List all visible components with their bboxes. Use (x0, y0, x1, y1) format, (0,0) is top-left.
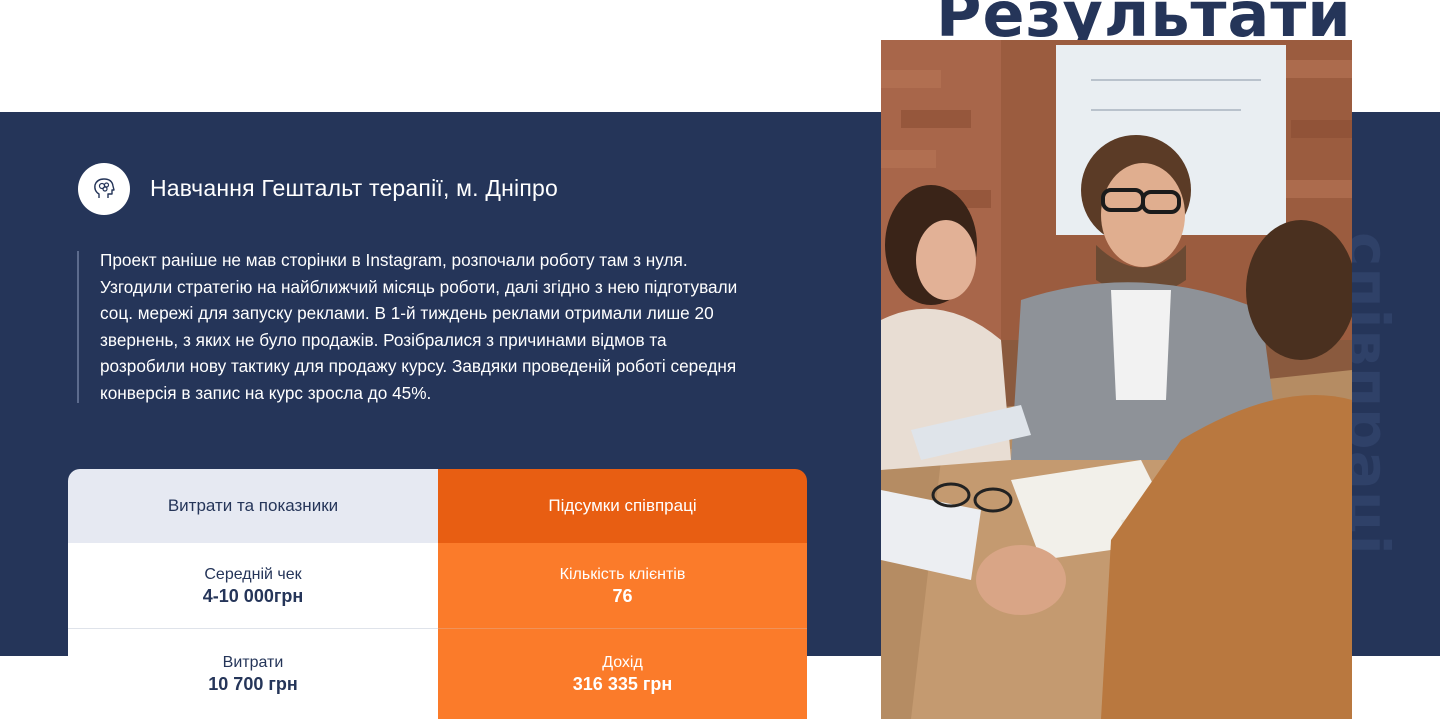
average-check-label: Середній чек (204, 565, 302, 583)
income-label: Дохід (602, 654, 643, 671)
income-value: 316 335 грн (572, 674, 673, 694)
expenses-value: 10 700 грн (208, 674, 298, 694)
description-line: Проект раніше не мав сторінки в Instagra… (100, 250, 688, 270)
clients-count-label: Кількість клієнтів (559, 565, 686, 583)
description-line: звернень, з яких не було продажів. Розіб… (100, 329, 667, 350)
case-title: Навчання Гештальт терапії, м. Дніпро (150, 175, 558, 201)
description-line: соц. мережі для запуску реклами. В 1-й т… (100, 303, 714, 323)
description-line: конверсія в запис на курс зросла до 45%. (100, 382, 432, 403)
description-line: Узгодили стратегію на найближчий місяць … (100, 276, 738, 297)
clients-count-cell: Кількість клієнтів 76 (438, 543, 807, 629)
case-description: Проект раніше не мав сторінки в Instagra… (100, 247, 830, 406)
description-line: розробили нову тактику для продажу курсу… (100, 356, 737, 376)
costs-header: Витрати та показники (68, 469, 438, 543)
income-cell: Дохід 316 335 грн (438, 629, 807, 719)
average-check-cell: Середній чек 4-10 000грн (68, 543, 438, 629)
results-column: Підсумки співпраці Кількість клієнтів 76… (438, 469, 807, 719)
results-table: Витрати та показники Середній чек 4-10 0… (68, 469, 807, 719)
team-meeting-photo (881, 40, 1352, 719)
clients-count-value: 76 (612, 585, 633, 606)
description-accent-bar (77, 251, 79, 403)
expenses-label: Витрати (222, 654, 284, 671)
results-header: Підсумки співпраці (438, 469, 807, 543)
costs-column: Витрати та показники Середній чек 4-10 0… (68, 469, 438, 719)
average-check-value: 4-10 000грн (202, 585, 304, 606)
expenses-cell: Витрати 10 700 грн (68, 629, 438, 719)
head-brain-icon (78, 163, 130, 215)
